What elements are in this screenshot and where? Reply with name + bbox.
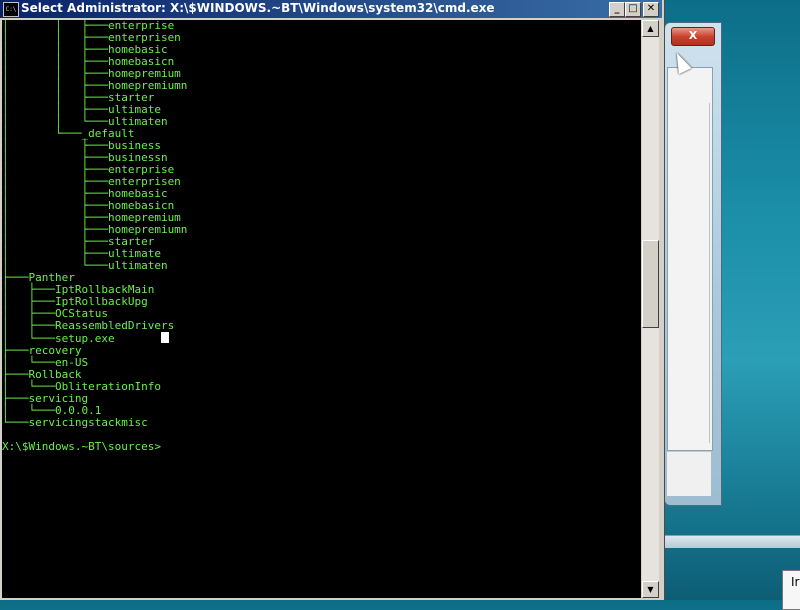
scroll-up-button[interactable]: ▲ [642,20,659,37]
console-output[interactable]: │ │ ├───enterprise │ │ ├───enterprisen │… [2,20,641,598]
partial-dialog[interactable]: Ir [782,570,800,610]
background-window-strip [664,535,800,548]
cmd-window[interactable]: C:\ Select Administrator: X:\$WINDOWS.~B… [0,0,665,600]
cmd-icon[interactable]: C:\ [3,2,19,17]
scroll-thumb[interactable] [642,240,659,328]
selection-caret [160,332,169,343]
window-title: Select Administrator: X:\$WINDOWS.~BT\Wi… [21,1,495,15]
maximize-button[interactable]: □ [625,2,641,17]
background-dialog-footer [667,451,711,496]
minimize-button[interactable]: _ [609,2,625,17]
scroll-down-button[interactable]: ▼ [642,581,659,598]
background-dialog-content-panel [667,67,713,451]
console-text: │ │ ├───enterprise │ │ ├───enterprisen │… [2,20,641,453]
close-button[interactable]: ✕ [643,2,659,17]
background-dialog[interactable]: X [664,22,722,506]
vertical-scrollbar[interactable]: ▲ ▼ [642,20,659,598]
console-line: X:\$Windows.~BT\sources> [2,440,161,453]
partial-dialog-text: Ir [791,575,800,589]
title-bar[interactable]: C:\ Select Administrator: X:\$WINDOWS.~B… [0,0,662,18]
console-line: │ ├───ReassembledDrivers [2,319,175,332]
background-dialog-close-button[interactable]: X [671,27,715,46]
background-dialog-divider [709,103,710,443]
console-line: └───servicingstackmisc [2,416,148,429]
